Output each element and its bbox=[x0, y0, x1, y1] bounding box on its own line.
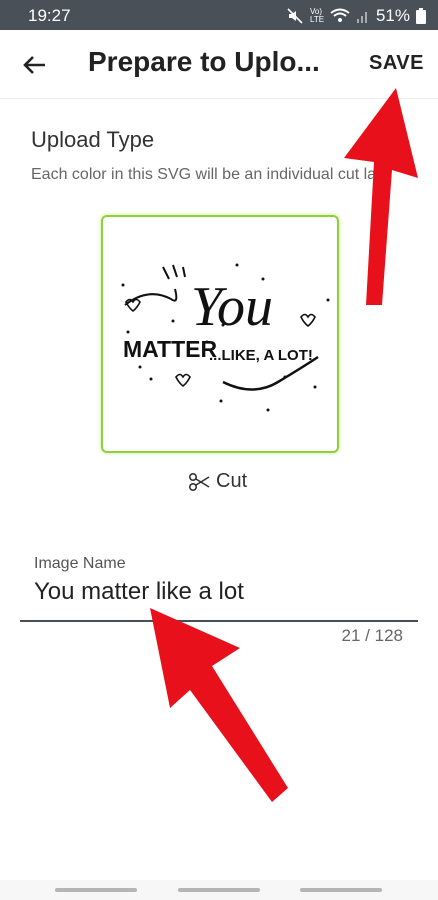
upload-type-heading: Upload Type bbox=[31, 127, 155, 152]
preview-artwork: You MATTER ...LIKE, A LOT! bbox=[121, 263, 330, 412]
preview-word-you: You bbox=[191, 276, 273, 338]
character-counter: 21 / 128 bbox=[341, 626, 403, 645]
cut-label: Cut bbox=[216, 470, 248, 492]
status-icons: Vo) LTE 51% bbox=[286, 6, 426, 26]
system-navigation-bar bbox=[0, 880, 438, 900]
wifi-icon bbox=[330, 8, 350, 22]
save-button[interactable]: SAVE bbox=[369, 52, 424, 75]
upload-type-description: Each color in this SVG will be an indivi… bbox=[31, 166, 377, 183]
image-name-label: Image Name bbox=[34, 555, 126, 572]
app-bar: Prepare to Uplo... SAVE bbox=[0, 30, 438, 99]
preview-word-matter: MATTER bbox=[123, 336, 218, 362]
cut-type-indicator: Cut bbox=[188, 470, 247, 493]
scissors-icon bbox=[188, 472, 210, 491]
back-arrow-icon[interactable] bbox=[20, 50, 50, 80]
mute-icon bbox=[287, 8, 303, 24]
battery-icon bbox=[416, 8, 426, 24]
nav-back-button[interactable] bbox=[300, 888, 382, 892]
annotation-arrow-save bbox=[344, 88, 418, 305]
input-underline bbox=[20, 620, 418, 622]
page-title: Prepare to Uplo... bbox=[88, 46, 320, 77]
nav-home-button[interactable] bbox=[178, 888, 260, 892]
status-time: 19:27 bbox=[28, 6, 71, 25]
image-name-input[interactable] bbox=[34, 578, 404, 606]
signal-icon bbox=[356, 12, 367, 23]
nav-recents-button[interactable] bbox=[55, 888, 137, 892]
network-label: Vo) LTE bbox=[309, 7, 325, 24]
preview-phrase: ...LIKE, A LOT! bbox=[209, 347, 313, 364]
battery-percent: 51% bbox=[375, 6, 410, 25]
annotation-arrow-name bbox=[150, 608, 288, 802]
status-bar: 19:27 Vo) LTE 51% bbox=[0, 0, 438, 30]
svg-preview: You MATTER ...LIKE, A LOT! bbox=[101, 215, 339, 453]
